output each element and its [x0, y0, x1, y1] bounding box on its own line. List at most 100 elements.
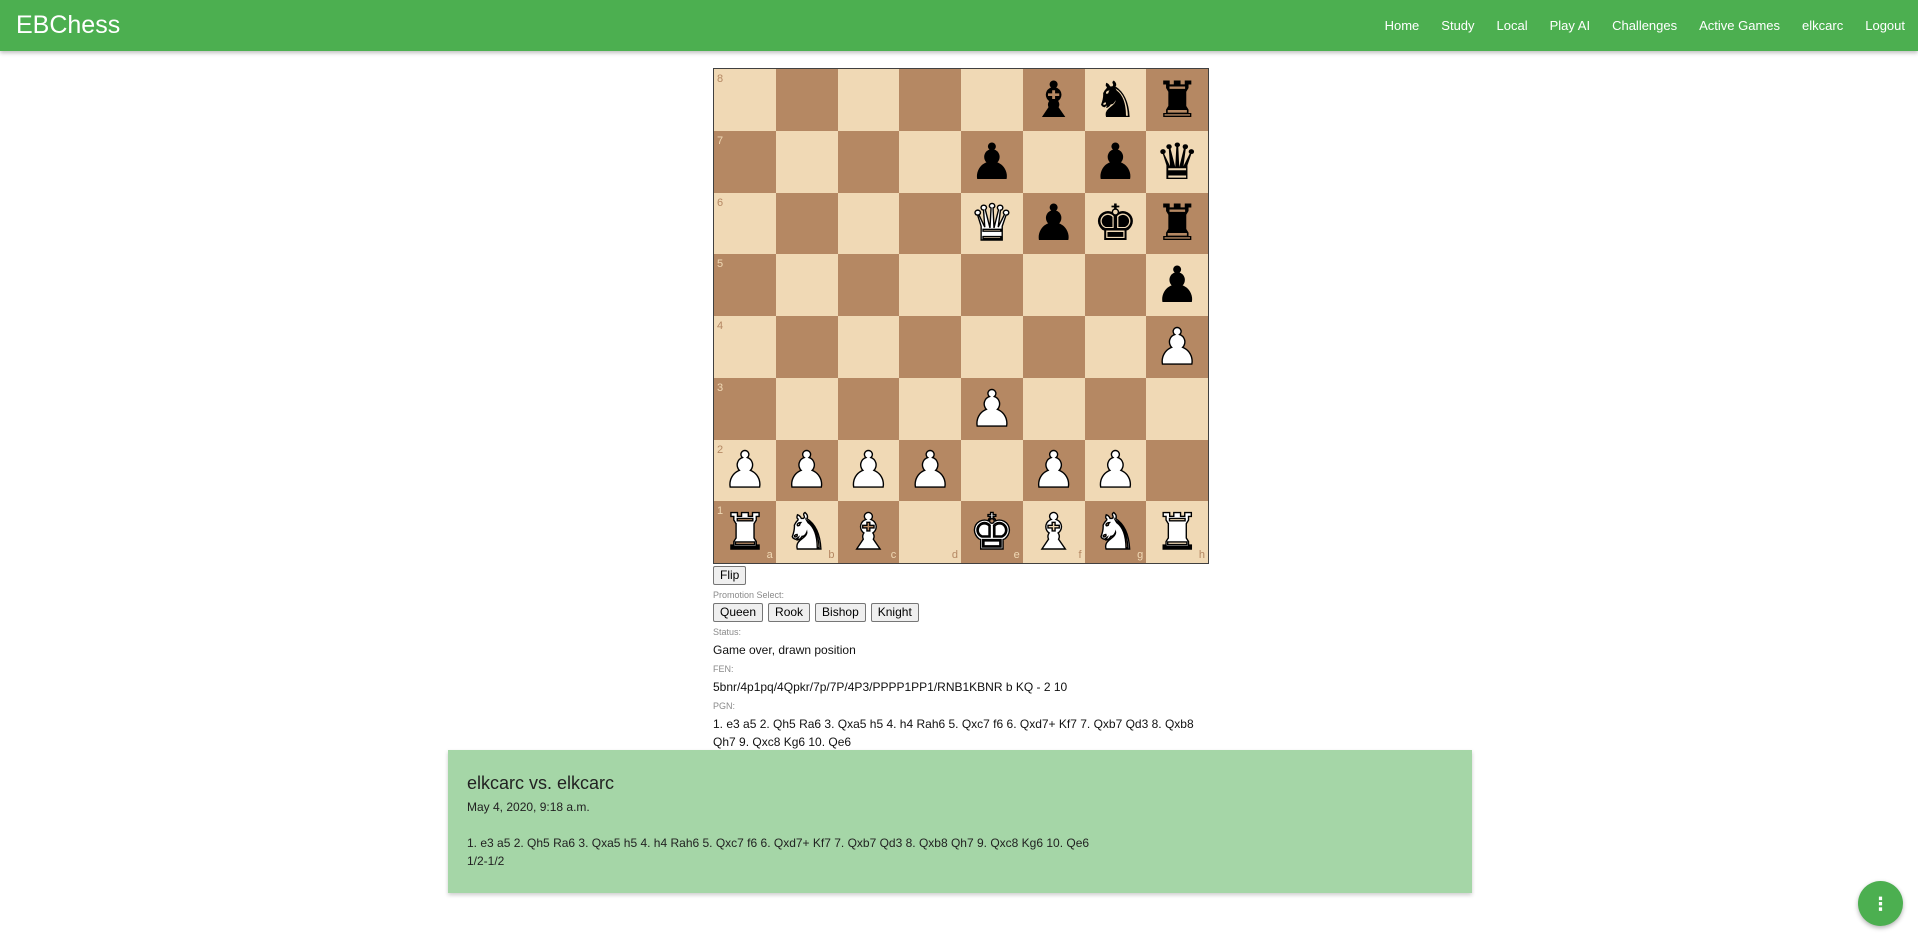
square-g7[interactable]: ♟: [1084, 130, 1147, 193]
black-pawn-icon[interactable]: ♟: [1155, 260, 1200, 310]
square-c2[interactable]: ♟: [837, 439, 900, 502]
square-d1[interactable]: d: [899, 501, 961, 563]
square-c3[interactable]: [837, 377, 900, 440]
square-g5[interactable]: [1084, 254, 1147, 316]
square-e5[interactable]: [961, 254, 1023, 316]
square-b5[interactable]: [775, 254, 838, 316]
nav-link-study[interactable]: Study: [1430, 0, 1485, 51]
black-pawn-icon[interactable]: ♟: [1093, 137, 1138, 187]
square-a1[interactable]: 1 a ♜: [714, 501, 776, 563]
black-king-icon[interactable]: ♚: [1093, 198, 1138, 248]
square-g2[interactable]: ♟: [1084, 439, 1147, 502]
square-g1[interactable]: g ♞: [1084, 501, 1147, 563]
white-queen-icon[interactable]: ♛: [969, 198, 1015, 249]
fab-menu-button[interactable]: ⋮: [1858, 881, 1903, 926]
square-f6[interactable]: ♟: [1022, 192, 1085, 255]
square-f2[interactable]: ♟: [1022, 439, 1085, 502]
white-pawn-icon[interactable]: ♟: [722, 445, 768, 496]
square-e1[interactable]: e ♚: [961, 501, 1023, 563]
white-pawn-icon[interactable]: ♟: [845, 445, 891, 496]
promote-bishop-button[interactable]: Bishop: [815, 603, 866, 622]
white-bishop-icon[interactable]: ♝: [845, 506, 891, 557]
square-b1[interactable]: b ♞: [775, 501, 838, 563]
square-f5[interactable]: [1022, 254, 1085, 316]
square-a5[interactable]: 5: [714, 254, 776, 316]
black-pawn-icon[interactable]: ♟: [1031, 198, 1076, 248]
square-h7[interactable]: ♛: [1146, 130, 1208, 193]
white-knight-icon[interactable]: ♞: [784, 506, 830, 557]
square-g8[interactable]: ♞: [1084, 69, 1147, 131]
black-bishop-icon[interactable]: ♝: [1031, 75, 1076, 125]
square-d4[interactable]: [899, 316, 961, 378]
square-h2[interactable]: [1146, 439, 1208, 502]
nav-link-local[interactable]: Local: [1486, 0, 1539, 51]
square-e6[interactable]: ♛: [961, 192, 1023, 255]
square-c1[interactable]: c ♝: [837, 501, 900, 563]
white-pawn-icon[interactable]: ♟: [1031, 445, 1077, 496]
square-g4[interactable]: [1084, 316, 1147, 378]
nav-link-profile[interactable]: elkcarc: [1791, 0, 1854, 51]
square-e7[interactable]: ♟: [961, 130, 1023, 193]
square-b6[interactable]: [775, 192, 838, 255]
black-rook-icon[interactable]: ♜: [1155, 75, 1200, 125]
square-g6[interactable]: ♚: [1084, 192, 1147, 255]
square-f4[interactable]: [1022, 316, 1085, 378]
square-d8[interactable]: [899, 69, 961, 131]
white-pawn-icon[interactable]: ♟: [1092, 445, 1138, 496]
square-a4[interactable]: 4: [714, 316, 776, 378]
white-rook-icon[interactable]: ♜: [722, 506, 768, 557]
square-a3[interactable]: 3: [714, 377, 776, 440]
black-knight-icon[interactable]: ♞: [1093, 75, 1138, 125]
black-pawn-icon[interactable]: ♟: [969, 137, 1014, 187]
white-pawn-icon[interactable]: ♟: [1154, 321, 1200, 372]
square-d7[interactable]: [899, 130, 961, 193]
square-h8[interactable]: ♜: [1146, 69, 1208, 131]
white-pawn-icon[interactable]: ♟: [969, 383, 1015, 434]
square-f3[interactable]: [1022, 377, 1085, 440]
square-c4[interactable]: [837, 316, 900, 378]
square-c8[interactable]: [837, 69, 900, 131]
square-h4[interactable]: ♟: [1146, 316, 1208, 378]
square-h5[interactable]: ♟: [1146, 254, 1208, 316]
square-h3[interactable]: [1146, 377, 1208, 440]
white-pawn-icon[interactable]: ♟: [907, 445, 953, 496]
promote-rook-button[interactable]: Rook: [768, 603, 811, 622]
square-b8[interactable]: [775, 69, 838, 131]
black-queen-icon[interactable]: ♛: [1155, 137, 1200, 187]
brand-logo[interactable]: EBChess: [0, 11, 120, 40]
square-d5[interactable]: [899, 254, 961, 316]
nav-link-logout[interactable]: Logout: [1854, 0, 1916, 51]
promote-knight-button[interactable]: Knight: [870, 603, 919, 622]
white-bishop-icon[interactable]: ♝: [1031, 506, 1077, 557]
nav-link-home[interactable]: Home: [1374, 0, 1431, 51]
square-c5[interactable]: [837, 254, 900, 316]
square-b7[interactable]: [775, 130, 838, 193]
square-e2[interactable]: [961, 439, 1023, 502]
square-h6[interactable]: ♜: [1146, 192, 1208, 255]
square-f8[interactable]: ♝: [1022, 69, 1085, 131]
square-d6[interactable]: [899, 192, 961, 255]
square-a2[interactable]: 2 ♟: [714, 439, 776, 502]
nav-link-play-ai[interactable]: Play AI: [1539, 0, 1601, 51]
black-rook-icon[interactable]: ♜: [1155, 198, 1200, 248]
flip-button[interactable]: Flip: [713, 566, 747, 585]
square-a6[interactable]: 6: [714, 192, 776, 255]
square-h1[interactable]: h ♜: [1146, 501, 1208, 563]
square-e4[interactable]: [961, 316, 1023, 378]
square-a7[interactable]: 7: [714, 130, 776, 193]
square-b4[interactable]: [775, 316, 838, 378]
square-e8[interactable]: [961, 69, 1023, 131]
promote-queen-button[interactable]: Queen: [713, 603, 764, 622]
square-f7[interactable]: [1022, 130, 1085, 193]
square-d3[interactable]: [899, 377, 961, 440]
white-king-icon[interactable]: ♚: [969, 506, 1015, 557]
square-b3[interactable]: [775, 377, 838, 440]
square-c6[interactable]: [837, 192, 900, 255]
square-b2[interactable]: ♟: [775, 439, 838, 502]
nav-link-challenges[interactable]: Challenges: [1601, 0, 1688, 51]
nav-link-active-games[interactable]: Active Games: [1688, 0, 1791, 51]
white-knight-icon[interactable]: ♞: [1092, 506, 1138, 557]
white-pawn-icon[interactable]: ♟: [784, 445, 830, 496]
square-e3[interactable]: ♟: [961, 377, 1023, 440]
square-g3[interactable]: [1084, 377, 1147, 440]
